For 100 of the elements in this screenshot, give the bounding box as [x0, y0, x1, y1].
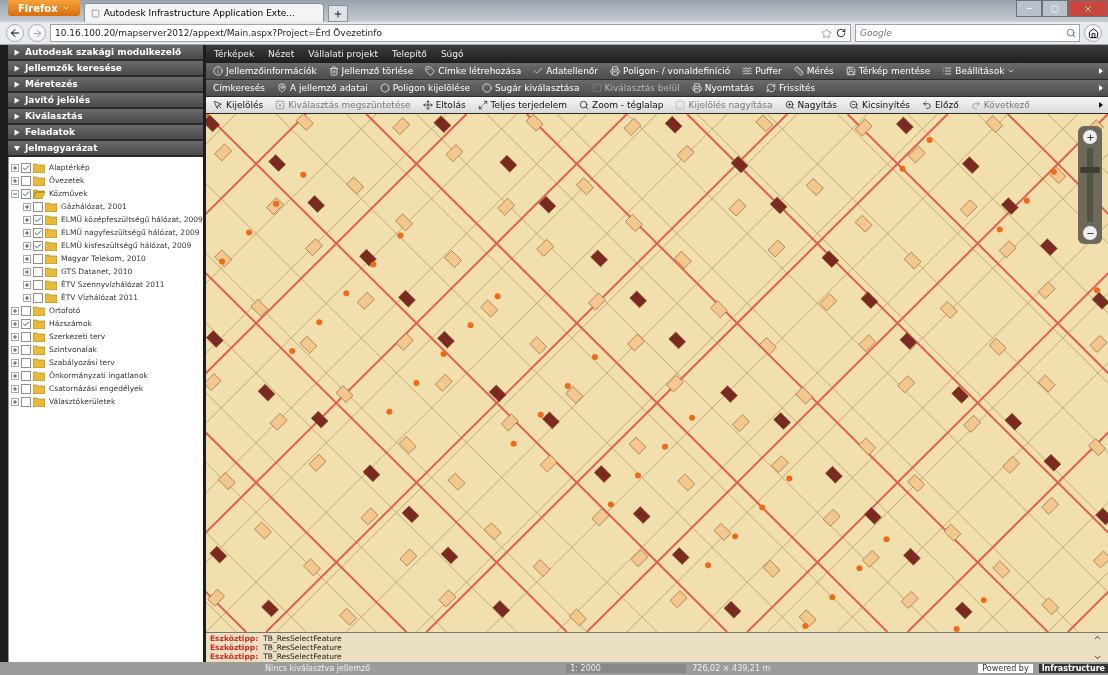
layer-checkbox[interactable] [21, 305, 31, 316]
layer-checkbox[interactable] [21, 370, 31, 381]
toolbar-button[interactable]: Poligon kijelölése [377, 83, 473, 93]
menu-item[interactable]: Vállalati projekt [308, 49, 379, 59]
panel-header[interactable]: Autodesk szakági modulkezelő [8, 45, 203, 61]
menu-item[interactable]: Térképek [214, 49, 255, 59]
toolbar-button[interactable]: A jellemző adatai [274, 83, 370, 93]
layer-checkbox[interactable] [33, 240, 43, 251]
browser-tab[interactable]: Autodesk Infrastructure Application Exte... [83, 3, 324, 22]
overflow-arrow-icon[interactable] [1099, 102, 1103, 108]
toolbar-button[interactable]: Térkép mentése [843, 66, 933, 76]
menu-item[interactable]: Telepítő [392, 49, 427, 59]
layer-checkbox[interactable] [21, 175, 31, 186]
toolbar-button[interactable]: Mérés [791, 66, 836, 76]
tag-icon [425, 66, 436, 76]
toolbar-button[interactable]: Jellemző törlése [326, 66, 416, 76]
layer-checkbox[interactable] [33, 266, 43, 277]
toolbar-button[interactable]: Kicsinyítés [847, 100, 912, 110]
plus-box-icon[interactable] [11, 163, 19, 172]
toolbar-button[interactable]: Nyomtatás [689, 83, 756, 93]
plus-box-icon[interactable] [11, 319, 19, 328]
toolbar-button[interactable]: Kijelölés [211, 100, 266, 110]
layer-checkbox[interactable] [21, 162, 31, 173]
layer-checkbox[interactable] [21, 383, 31, 394]
folder-icon [33, 344, 45, 355]
plus-box-icon[interactable] [11, 371, 19, 380]
x-square-icon [275, 100, 286, 110]
plus-box-icon[interactable] [11, 345, 19, 354]
menu-item[interactable]: Nézet [268, 49, 295, 59]
panel-header[interactable]: Feladatok [8, 125, 203, 141]
folder-icon [45, 279, 57, 290]
circle-icon [482, 83, 493, 93]
layer-checkbox[interactable] [33, 201, 43, 212]
scroll-down-icon[interactable] [1092, 653, 1102, 662]
toolbar-button[interactable]: Címkeresés [211, 83, 267, 93]
plus-box-icon[interactable] [11, 176, 19, 185]
layer-checkbox[interactable] [21, 344, 31, 355]
toolbar-button[interactable]: Előző [919, 100, 961, 110]
slider-thumb[interactable] [1080, 167, 1100, 174]
layer-checkbox[interactable] [33, 227, 43, 238]
toolbar-button[interactable]: Eltolás [420, 100, 468, 110]
scroll-up-icon[interactable] [1092, 633, 1102, 642]
plus-box-icon[interactable] [23, 241, 31, 250]
search-icon[interactable] [1066, 28, 1076, 38]
toolbar-button[interactable]: Címke létrehozása [423, 66, 524, 76]
zoom-in-icon [784, 100, 795, 110]
bookmark-star-icon[interactable] [821, 27, 832, 39]
toolbar-button[interactable]: Beállítások [940, 66, 1018, 76]
plus-box-icon[interactable] [11, 332, 19, 341]
toolbar-button[interactable]: Jellemzőinformációk [211, 66, 319, 76]
plus-box-icon[interactable] [11, 306, 19, 315]
plus-box-icon[interactable] [23, 215, 31, 224]
plus-box-icon[interactable] [23, 293, 31, 302]
toolbar-button[interactable]: Zoom - téglalap [577, 100, 666, 110]
panel-header[interactable]: Jellemzők keresése [8, 61, 203, 77]
plus-box-icon[interactable] [11, 397, 19, 406]
layer-checkbox[interactable] [21, 396, 31, 407]
layer-checkbox[interactable] [21, 357, 31, 368]
ruler-icon [793, 66, 804, 76]
panel-header[interactable]: Javító jelölés [8, 93, 203, 109]
home-button[interactable] [1084, 24, 1102, 42]
home-icon [1087, 27, 1099, 39]
minimize-button[interactable] [1016, 0, 1042, 17]
toolbar-button[interactable]: Teljes terjedelem [475, 100, 570, 110]
layer-checkbox[interactable] [21, 188, 31, 199]
plus-box-icon[interactable] [11, 358, 19, 367]
panel-header[interactable]: Méretezés [8, 77, 203, 93]
back-button[interactable] [6, 24, 24, 42]
reload-icon[interactable] [836, 27, 846, 38]
layer-checkbox[interactable] [21, 318, 31, 329]
maximize-button[interactable] [1042, 0, 1068, 17]
toolbar-button[interactable]: Nagyítás [782, 100, 840, 110]
search-field[interactable]: Google [855, 24, 1080, 42]
layer-checkbox[interactable] [33, 292, 43, 303]
plus-box-icon[interactable] [23, 280, 31, 289]
panel-header[interactable]: Jelmagyarázat [8, 141, 203, 157]
layer-checkbox[interactable] [33, 214, 43, 225]
zoom-out-button[interactable] [1083, 226, 1097, 240]
layer-checkbox[interactable] [33, 279, 43, 290]
plus-box-icon[interactable] [23, 228, 31, 237]
plus-box-icon[interactable] [23, 202, 31, 211]
toolbar-button[interactable]: Sugár kiválasztása [480, 83, 582, 93]
toolbar-button[interactable]: Adatellenőr [531, 66, 601, 76]
forward-arrow-icon [31, 27, 43, 39]
toolbar-button[interactable]: Poligon- / vonaldefiníció [608, 66, 733, 76]
forward-button[interactable] [28, 24, 46, 42]
layer-checkbox[interactable] [33, 253, 43, 264]
pointer-icon [213, 100, 223, 110]
panel-header[interactable]: Kiválasztás [8, 109, 203, 125]
toolbar-button[interactable]: Frissítés [763, 83, 818, 93]
url-field[interactable]: 10.16.100.20/mapserver2012/appext/Main.aspx?Project=Érd Övezetinfo [50, 24, 851, 42]
plus-box-icon[interactable] [11, 384, 19, 393]
new-tab-button[interactable] [327, 5, 348, 22]
zoom-in-button[interactable] [1083, 130, 1097, 144]
toolbar-button[interactable]: Puffer [740, 66, 784, 76]
minus-box-icon[interactable] [11, 189, 19, 198]
plus-box-icon[interactable] [23, 254, 31, 263]
plus-box-icon[interactable] [23, 267, 31, 276]
layer-checkbox[interactable] [21, 331, 31, 342]
menu-item[interactable]: Súgó [440, 49, 464, 59]
